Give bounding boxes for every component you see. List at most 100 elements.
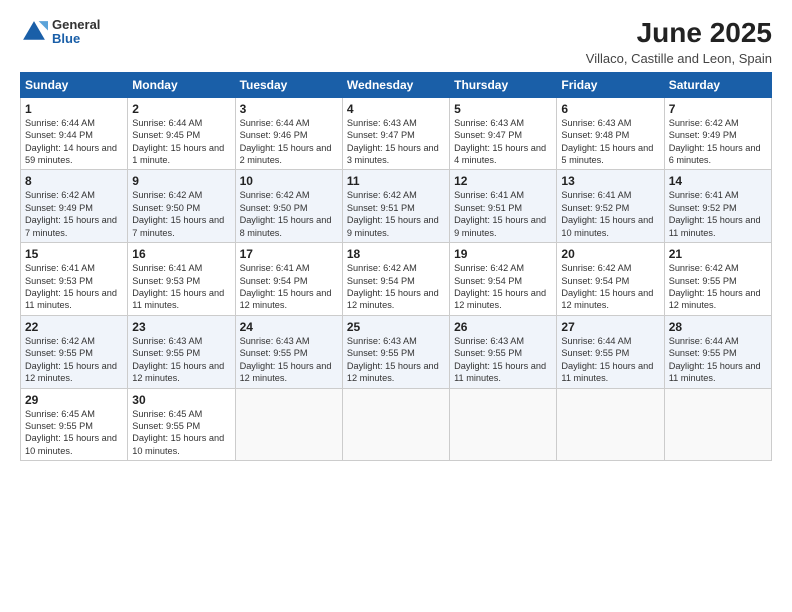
daylight-text: Daylight: 15 hours and 10 minutes. bbox=[132, 433, 224, 455]
calendar-week-2: 8Sunrise: 6:42 AMSunset: 9:49 PMDaylight… bbox=[21, 170, 772, 243]
calendar-subtitle: Villaco, Castille and Leon, Spain bbox=[586, 51, 772, 66]
day-number: 27 bbox=[561, 320, 659, 334]
day-info: Sunrise: 6:45 AMSunset: 9:55 PMDaylight:… bbox=[25, 408, 123, 458]
sunset-text: Sunset: 9:52 PM bbox=[561, 203, 629, 213]
sunrise-text: Sunrise: 6:42 AM bbox=[669, 263, 739, 273]
sunset-text: Sunset: 9:55 PM bbox=[347, 348, 415, 358]
calendar-cell bbox=[235, 388, 342, 461]
calendar-week-4: 22Sunrise: 6:42 AMSunset: 9:55 PMDayligh… bbox=[21, 315, 772, 388]
day-info: Sunrise: 6:43 AMSunset: 9:55 PMDaylight:… bbox=[347, 335, 445, 385]
calendar-title: June 2025 bbox=[586, 18, 772, 49]
sunset-text: Sunset: 9:54 PM bbox=[347, 276, 415, 286]
day-info: Sunrise: 6:44 AMSunset: 9:55 PMDaylight:… bbox=[669, 335, 767, 385]
header-thursday: Thursday bbox=[450, 72, 557, 97]
calendar-cell: 25Sunrise: 6:43 AMSunset: 9:55 PMDayligh… bbox=[342, 315, 449, 388]
sunset-text: Sunset: 9:47 PM bbox=[454, 130, 522, 140]
calendar-cell bbox=[450, 388, 557, 461]
day-info: Sunrise: 6:41 AMSunset: 9:53 PMDaylight:… bbox=[132, 262, 230, 312]
day-info: Sunrise: 6:45 AMSunset: 9:55 PMDaylight:… bbox=[132, 408, 230, 458]
calendar-cell: 5Sunrise: 6:43 AMSunset: 9:47 PMDaylight… bbox=[450, 97, 557, 170]
calendar-cell: 29Sunrise: 6:45 AMSunset: 9:55 PMDayligh… bbox=[21, 388, 128, 461]
calendar-cell: 19Sunrise: 6:42 AMSunset: 9:54 PMDayligh… bbox=[450, 243, 557, 316]
calendar-cell: 30Sunrise: 6:45 AMSunset: 9:55 PMDayligh… bbox=[128, 388, 235, 461]
calendar-cell: 4Sunrise: 6:43 AMSunset: 9:47 PMDaylight… bbox=[342, 97, 449, 170]
day-info: Sunrise: 6:41 AMSunset: 9:52 PMDaylight:… bbox=[669, 189, 767, 239]
daylight-text: Daylight: 15 hours and 12 minutes. bbox=[561, 288, 653, 310]
calendar-cell bbox=[664, 388, 771, 461]
sunset-text: Sunset: 9:55 PM bbox=[561, 348, 629, 358]
daylight-text: Daylight: 15 hours and 11 minutes. bbox=[454, 361, 546, 383]
sunset-text: Sunset: 9:53 PM bbox=[132, 276, 200, 286]
sunrise-text: Sunrise: 6:43 AM bbox=[454, 118, 524, 128]
sunrise-text: Sunrise: 6:41 AM bbox=[240, 263, 310, 273]
sunrise-text: Sunrise: 6:42 AM bbox=[347, 190, 417, 200]
daylight-text: Daylight: 15 hours and 1 minute. bbox=[132, 143, 224, 165]
day-info: Sunrise: 6:44 AMSunset: 9:46 PMDaylight:… bbox=[240, 117, 338, 167]
sunrise-text: Sunrise: 6:42 AM bbox=[347, 263, 417, 273]
calendar-cell: 2Sunrise: 6:44 AMSunset: 9:45 PMDaylight… bbox=[128, 97, 235, 170]
day-number: 26 bbox=[454, 320, 552, 334]
header: General Blue June 2025 Villaco, Castille… bbox=[20, 18, 772, 66]
daylight-text: Daylight: 15 hours and 8 minutes. bbox=[240, 215, 332, 237]
sunset-text: Sunset: 9:55 PM bbox=[240, 348, 308, 358]
calendar-table: Sunday Monday Tuesday Wednesday Thursday… bbox=[20, 72, 772, 461]
sunrise-text: Sunrise: 6:44 AM bbox=[561, 336, 631, 346]
daylight-text: Daylight: 15 hours and 12 minutes. bbox=[240, 288, 332, 310]
day-number: 23 bbox=[132, 320, 230, 334]
daylight-text: Daylight: 15 hours and 12 minutes. bbox=[347, 288, 439, 310]
daylight-text: Daylight: 15 hours and 11 minutes. bbox=[25, 288, 117, 310]
sunrise-text: Sunrise: 6:43 AM bbox=[240, 336, 310, 346]
sunset-text: Sunset: 9:55 PM bbox=[25, 348, 93, 358]
day-info: Sunrise: 6:43 AMSunset: 9:55 PMDaylight:… bbox=[240, 335, 338, 385]
daylight-text: Daylight: 14 hours and 59 minutes. bbox=[25, 143, 117, 165]
day-number: 4 bbox=[347, 102, 445, 116]
day-info: Sunrise: 6:41 AMSunset: 9:53 PMDaylight:… bbox=[25, 262, 123, 312]
sunset-text: Sunset: 9:55 PM bbox=[669, 348, 737, 358]
daylight-text: Daylight: 15 hours and 5 minutes. bbox=[561, 143, 653, 165]
day-number: 24 bbox=[240, 320, 338, 334]
day-info: Sunrise: 6:42 AMSunset: 9:55 PMDaylight:… bbox=[669, 262, 767, 312]
sunset-text: Sunset: 9:54 PM bbox=[454, 276, 522, 286]
calendar-cell: 18Sunrise: 6:42 AMSunset: 9:54 PMDayligh… bbox=[342, 243, 449, 316]
day-info: Sunrise: 6:42 AMSunset: 9:49 PMDaylight:… bbox=[25, 189, 123, 239]
day-info: Sunrise: 6:43 AMSunset: 9:48 PMDaylight:… bbox=[561, 117, 659, 167]
sunrise-text: Sunrise: 6:41 AM bbox=[454, 190, 524, 200]
calendar-cell: 16Sunrise: 6:41 AMSunset: 9:53 PMDayligh… bbox=[128, 243, 235, 316]
sunset-text: Sunset: 9:51 PM bbox=[347, 203, 415, 213]
daylight-text: Daylight: 15 hours and 12 minutes. bbox=[132, 361, 224, 383]
day-number: 7 bbox=[669, 102, 767, 116]
calendar-cell: 10Sunrise: 6:42 AMSunset: 9:50 PMDayligh… bbox=[235, 170, 342, 243]
sunset-text: Sunset: 9:52 PM bbox=[669, 203, 737, 213]
calendar-cell: 11Sunrise: 6:42 AMSunset: 9:51 PMDayligh… bbox=[342, 170, 449, 243]
sunset-text: Sunset: 9:54 PM bbox=[240, 276, 308, 286]
sunset-text: Sunset: 9:48 PM bbox=[561, 130, 629, 140]
header-sunday: Sunday bbox=[21, 72, 128, 97]
daylight-text: Daylight: 15 hours and 11 minutes. bbox=[561, 361, 653, 383]
sunset-text: Sunset: 9:50 PM bbox=[240, 203, 308, 213]
sunrise-text: Sunrise: 6:43 AM bbox=[347, 118, 417, 128]
daylight-text: Daylight: 15 hours and 7 minutes. bbox=[132, 215, 224, 237]
day-number: 20 bbox=[561, 247, 659, 261]
sunrise-text: Sunrise: 6:42 AM bbox=[25, 336, 95, 346]
day-number: 13 bbox=[561, 174, 659, 188]
day-number: 8 bbox=[25, 174, 123, 188]
day-number: 5 bbox=[454, 102, 552, 116]
sunset-text: Sunset: 9:55 PM bbox=[454, 348, 522, 358]
daylight-text: Daylight: 15 hours and 7 minutes. bbox=[25, 215, 117, 237]
day-number: 28 bbox=[669, 320, 767, 334]
daylight-text: Daylight: 15 hours and 12 minutes. bbox=[669, 288, 761, 310]
logo-blue: Blue bbox=[52, 32, 100, 46]
day-info: Sunrise: 6:42 AMSunset: 9:54 PMDaylight:… bbox=[454, 262, 552, 312]
calendar-week-1: 1Sunrise: 6:44 AMSunset: 9:44 PMDaylight… bbox=[21, 97, 772, 170]
sunset-text: Sunset: 9:51 PM bbox=[454, 203, 522, 213]
calendar-cell: 1Sunrise: 6:44 AMSunset: 9:44 PMDaylight… bbox=[21, 97, 128, 170]
calendar-header-row: Sunday Monday Tuesday Wednesday Thursday… bbox=[21, 72, 772, 97]
sunset-text: Sunset: 9:45 PM bbox=[132, 130, 200, 140]
calendar-cell: 12Sunrise: 6:41 AMSunset: 9:51 PMDayligh… bbox=[450, 170, 557, 243]
day-number: 14 bbox=[669, 174, 767, 188]
day-info: Sunrise: 6:41 AMSunset: 9:51 PMDaylight:… bbox=[454, 189, 552, 239]
sunset-text: Sunset: 9:55 PM bbox=[132, 421, 200, 431]
day-info: Sunrise: 6:42 AMSunset: 9:50 PMDaylight:… bbox=[132, 189, 230, 239]
sunrise-text: Sunrise: 6:44 AM bbox=[669, 336, 739, 346]
day-number: 2 bbox=[132, 102, 230, 116]
